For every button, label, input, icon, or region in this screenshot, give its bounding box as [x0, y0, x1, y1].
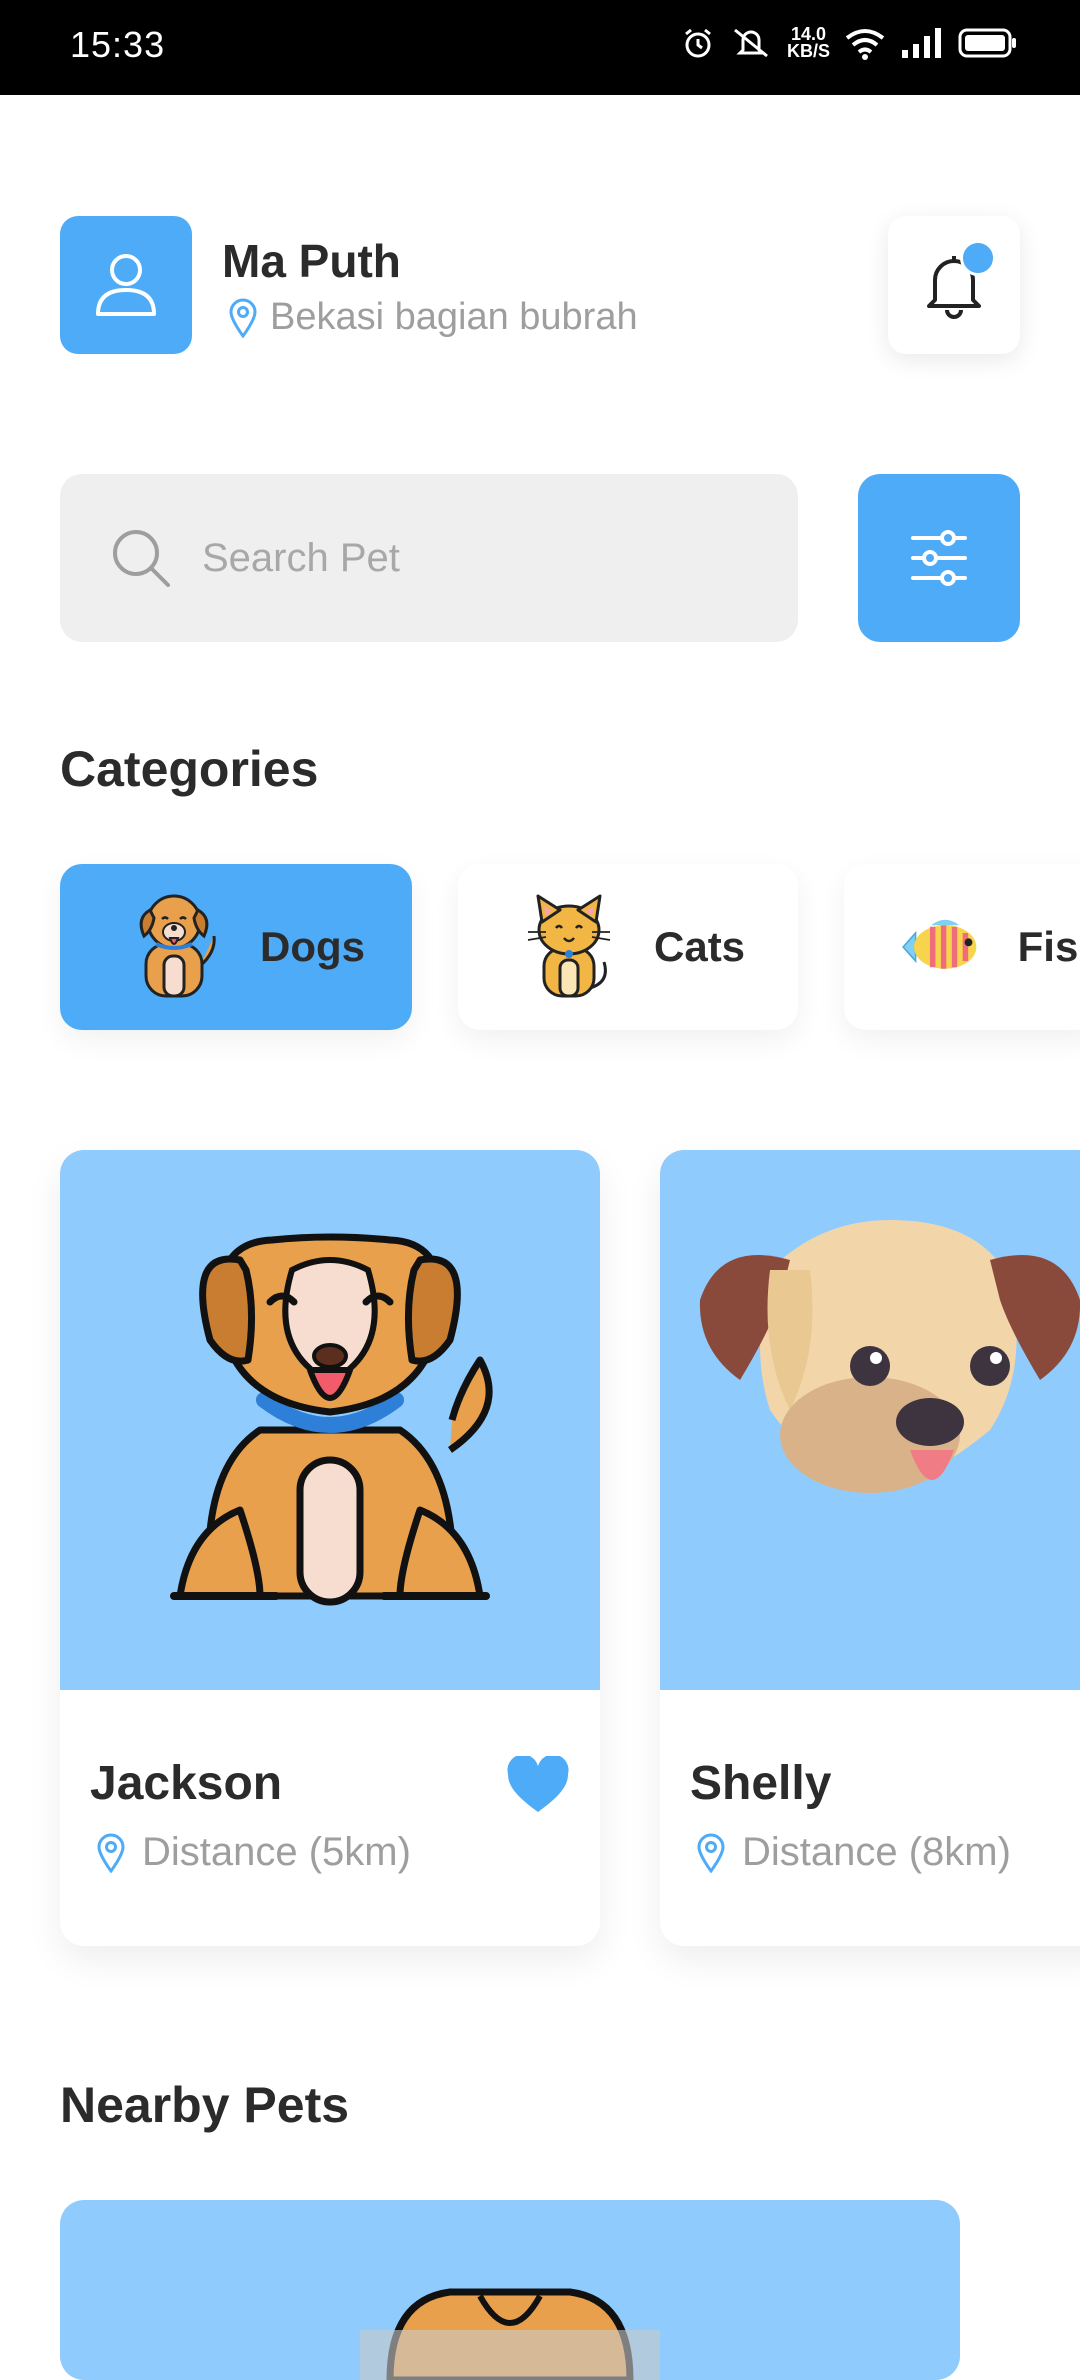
dog-icon [139, 894, 216, 998]
pet-distance: Distance (8km) [696, 1830, 1011, 1875]
notification-badge [960, 240, 996, 276]
wifi-icon [845, 29, 885, 60]
category-label: Fish [1017, 923, 1080, 970]
dog-illustration [170, 1233, 493, 1606]
nearby-pets-heading: Nearby Pets [60, 2077, 350, 2133]
search-input[interactable]: Search Pet [60, 474, 798, 642]
pet-distance-text: Distance (5km) [142, 1830, 411, 1874]
profile-avatar-button[interactable] [60, 216, 192, 354]
pet-image [60, 1150, 600, 1690]
location-pin-icon [229, 298, 257, 338]
category-label: Dogs [260, 923, 365, 970]
user-location-text: Bekasi bagian bubrah [270, 296, 638, 338]
pet-name: Jackson [90, 1757, 283, 1810]
search-icon [113, 530, 170, 587]
filter-sliders-icon [911, 530, 967, 586]
mute-icon [734, 28, 768, 58]
nearby-pet-card[interactable] [60, 2200, 960, 2380]
user-icon [96, 254, 156, 316]
pet-name: Shelly [690, 1757, 832, 1810]
search-placeholder: Search Pet [202, 535, 400, 580]
battery-icon [958, 28, 1016, 58]
pet-card-shelly[interactable]: Shelly Distance (8km) [660, 1150, 1080, 1946]
fish-icon [902, 919, 977, 969]
category-dogs[interactable]: Dogs [60, 864, 412, 1030]
user-name: Ma Puth [222, 235, 401, 287]
filter-button[interactable] [858, 474, 1020, 642]
user-location: Bekasi bagian bubrah [228, 296, 638, 339]
signal-icon [902, 28, 941, 58]
net-speed-unit: KB/S [786, 41, 830, 61]
status-time: 15:33 [70, 24, 166, 65]
category-fish[interactable]: Fish [844, 864, 1080, 1030]
cat-icon [527, 894, 611, 998]
category-label: Cats [654, 923, 746, 970]
dog-illustration [360, 2288, 660, 2380]
status-bar: 15:33 14.0 KB/S [0, 0, 1080, 95]
status-icons: 14.0 KB/S [681, 25, 1018, 61]
pet-distance-text: Distance (8km) [742, 1830, 1011, 1874]
net-speed: 14.0 KB/S [786, 25, 830, 61]
categories-heading: Categories [60, 741, 319, 797]
notifications-button[interactable] [888, 216, 1020, 354]
location-pin-icon [97, 1833, 125, 1873]
pet-distance: Distance (5km) [96, 1830, 411, 1875]
location-pin-icon [697, 1833, 725, 1873]
pet-card-jackson[interactable]: Jackson Distance (5km) [60, 1150, 600, 1946]
pet-image [660, 1150, 1080, 1690]
alarm-icon [685, 28, 711, 58]
heart-icon[interactable] [506, 1756, 570, 1814]
category-cats[interactable]: Cats [458, 864, 798, 1030]
puppy-face-illustration [699, 1220, 1080, 1493]
